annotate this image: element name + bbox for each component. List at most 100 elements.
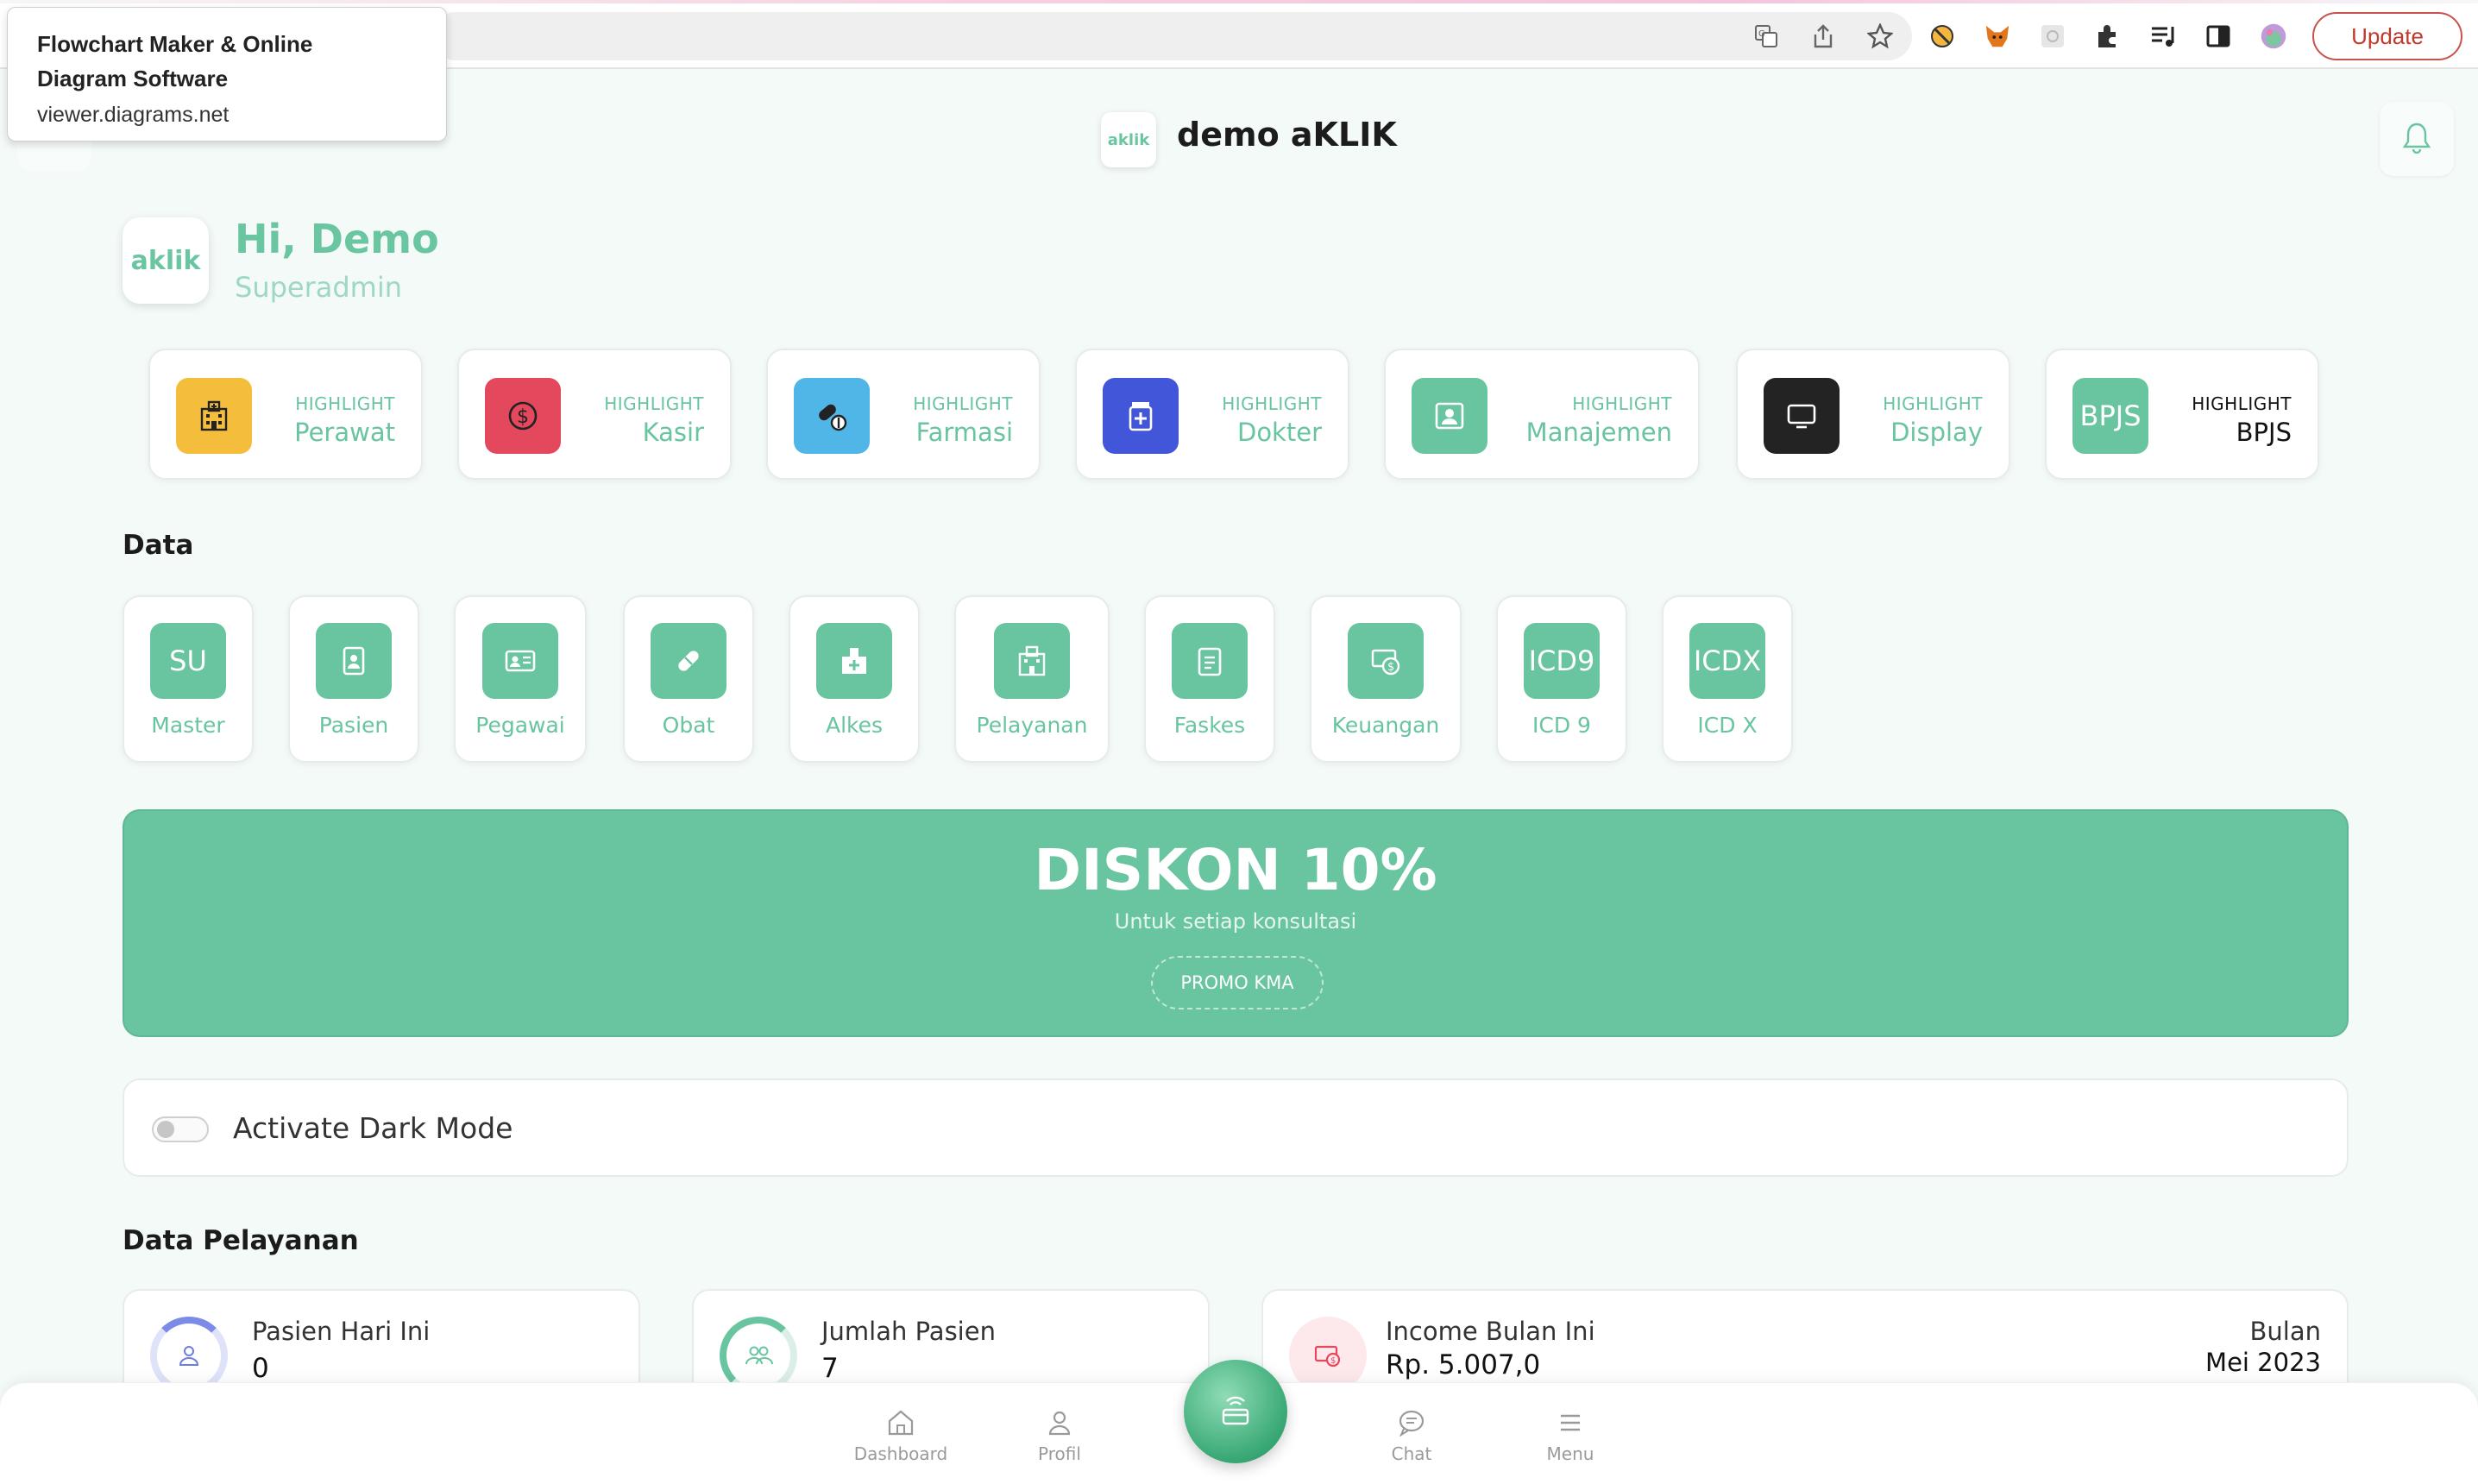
highlight-tag: HIGHLIGHT	[1883, 393, 1983, 414]
tab-hover-tooltip: Flowchart Maker & Online Diagram Softwar…	[7, 7, 447, 141]
nav-dashboard[interactable]: Dashboard	[849, 1407, 953, 1464]
tile-label: ICD X	[1697, 713, 1758, 738]
highlight-tag: HIGHLIGHT	[1572, 393, 1672, 414]
stat-title: Jumlah Pasien	[821, 1317, 996, 1346]
highlight-tag: HIGHLIGHT	[2192, 393, 2292, 414]
highlight-card-kasir[interactable]: $ HIGHLIGHT Kasir	[457, 349, 732, 480]
tile-label: Pasien	[318, 713, 389, 738]
address-bar[interactable]: G	[431, 12, 1912, 60]
data-tile-faskes[interactable]: Faskes	[1144, 595, 1275, 763]
highlight-name: Farmasi	[915, 418, 1013, 447]
stat-title: Income Bulan Ini	[1386, 1317, 1595, 1346]
highlight-name: Display	[1890, 418, 1983, 447]
id-photo-icon	[1412, 378, 1487, 454]
capsule-icon	[651, 623, 726, 699]
highlight-card-manajemen[interactable]: HIGHLIGHT Manajemen	[1384, 349, 1700, 480]
master-badge: SU	[150, 623, 226, 699]
stat-period-label: Bulan	[2249, 1317, 2321, 1346]
sidepanel-icon[interactable]	[2205, 23, 2231, 49]
tile-label: Pelayanan	[976, 713, 1088, 738]
contactless-card-icon	[1217, 1391, 1255, 1432]
bell-icon	[2402, 121, 2431, 157]
tile-label: ICD 9	[1532, 713, 1591, 738]
fox-extension-icon[interactable]	[1984, 23, 2010, 49]
update-button[interactable]: Update	[2312, 12, 2462, 60]
highlight-tag: HIGHLIGHT	[604, 393, 704, 414]
medicine-icon	[1103, 378, 1179, 454]
icd9-badge: ICD9	[1524, 623, 1600, 699]
highlight-name: Perawat	[294, 418, 395, 447]
hospital-icon	[994, 623, 1070, 699]
tile-label: Keuangan	[1331, 713, 1440, 738]
clipboard-icon	[1172, 623, 1248, 699]
tile-label: Alkes	[825, 713, 884, 738]
highlight-card-dokter[interactable]: HIGHLIGHT Dokter	[1075, 349, 1349, 480]
highlight-tag: HIGHLIGHT	[913, 393, 1013, 414]
translate-icon[interactable]: G	[1753, 23, 1779, 49]
tooltip-title: Flowchart Maker & Online Diagram Softwar…	[37, 31, 313, 91]
user-icon	[1008, 1407, 1111, 1438]
notification-button[interactable]	[2380, 102, 2454, 176]
highlight-card-perawat[interactable]: HIGHLIGHT Perawat	[148, 349, 423, 480]
tile-label: Pegawai	[475, 713, 565, 738]
tile-label: Faskes	[1173, 713, 1246, 738]
tooltip-url: viewer.diagrams.net	[37, 103, 230, 127]
promo-button[interactable]: PROMO KMA	[1151, 956, 1324, 1009]
app-title: demo aKLIK	[1177, 116, 1397, 154]
data-tile-pegawai[interactable]: Pegawai	[454, 595, 587, 763]
stat-period-value: Mei 2023	[2205, 1348, 2321, 1377]
nav-profil[interactable]: Profil	[1008, 1407, 1111, 1464]
data-tile-obat[interactable]: Obat	[623, 595, 754, 763]
data-tile-icd9[interactable]: ICD9 ICD 9	[1496, 595, 1627, 763]
app-logo: aklik	[1101, 112, 1156, 167]
home-icon	[849, 1407, 953, 1438]
dark-mode-toggle[interactable]	[152, 1116, 209, 1142]
share-icon[interactable]	[1810, 23, 1836, 49]
patient-icon	[316, 623, 392, 699]
data-tile-master[interactable]: SU Master	[123, 595, 254, 763]
data-tile-pasien[interactable]: Pasien	[288, 595, 419, 763]
nav-menu[interactable]: Menu	[1519, 1407, 1622, 1464]
tile-label: Obat	[662, 713, 715, 738]
hamburger-icon	[1519, 1407, 1622, 1438]
dark-mode-label: Activate Dark Mode	[233, 1111, 513, 1145]
highlight-card-bpjs[interactable]: BPJS HIGHLIGHT BPJS	[2045, 349, 2319, 480]
highlight-name: Dokter	[1236, 418, 1322, 447]
puzzle-icon[interactable]	[2095, 23, 2121, 49]
svg-text:$: $	[517, 406, 529, 428]
highlight-tag: HIGHLIGHT	[1222, 393, 1322, 414]
payment-fab-button[interactable]	[1184, 1360, 1287, 1463]
data-tile-icdx[interactable]: ICDX ICD X	[1662, 595, 1793, 763]
user-avatar: aklik	[123, 217, 209, 304]
dollar-icon: $	[485, 378, 561, 454]
svg-text:$: $	[1387, 661, 1394, 674]
monitor-icon	[1764, 378, 1840, 454]
svg-text:$: $	[1330, 1356, 1336, 1366]
hospital-icon	[176, 378, 252, 454]
grid-extension-icon[interactable]	[2040, 23, 2066, 49]
data-section-title: Data	[123, 530, 194, 561]
star-icon[interactable]	[1867, 23, 1893, 49]
data-tile-pelayanan[interactable]: Pelayanan	[954, 595, 1110, 763]
data-tile-alkes[interactable]: Alkes	[789, 595, 920, 763]
pelayanan-section-title: Data Pelayanan	[123, 1225, 359, 1256]
highlight-name: Kasir	[642, 418, 704, 447]
highlight-card-farmasi[interactable]: HIGHLIGHT Farmasi	[766, 349, 1041, 480]
profile-avatar[interactable]	[2261, 23, 2286, 49]
user-role: Superadmin	[235, 271, 403, 304]
data-tile-keuangan[interactable]: $ Keuangan	[1310, 595, 1462, 763]
highlight-card-display[interactable]: HIGHLIGHT Display	[1736, 349, 2010, 480]
stat-title: Pasien Hari Ini	[252, 1317, 431, 1346]
money-icon: $	[1348, 623, 1424, 699]
nav-label: Profil	[1038, 1443, 1081, 1464]
pills-icon	[794, 378, 870, 454]
nav-chat[interactable]: Chat	[1360, 1407, 1463, 1464]
no-sign-extension-icon[interactable]	[1929, 23, 1955, 49]
media-icon[interactable]	[2150, 23, 2176, 49]
stat-value: 7	[821, 1353, 839, 1384]
dark-mode-row: Activate Dark Mode	[123, 1078, 2349, 1177]
tile-label: Master	[151, 713, 225, 738]
greeting: Hi, Demo	[235, 216, 439, 262]
promo-banner: DISKON 10% Untuk setiap konsultasi PROMO…	[123, 809, 2349, 1037]
stat-value: 0	[252, 1353, 269, 1384]
